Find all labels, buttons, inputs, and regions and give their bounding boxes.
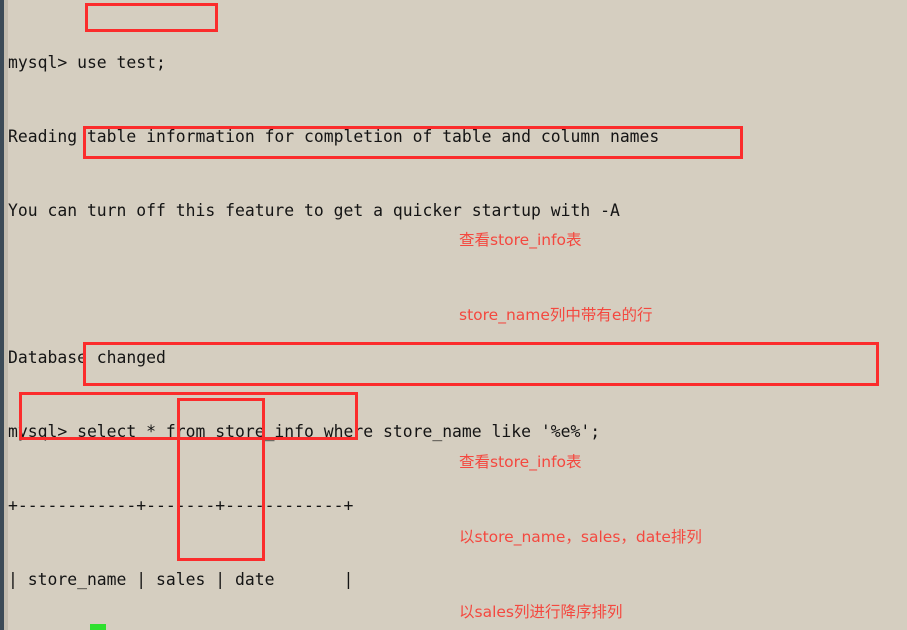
annotation-2-line-3: 以sales列进行降序排列 bbox=[459, 603, 623, 621]
annotation-2-line-1: 查看store_info表 bbox=[459, 453, 582, 471]
console-line-reading-table: Reading table information for completion… bbox=[8, 126, 660, 146]
annotation-1-line-1: 查看store_info表 bbox=[459, 231, 582, 249]
annotation-2-line-2: 以store_name，sales，date排列 bbox=[459, 528, 702, 546]
console-line-use-test: mysql> use test; bbox=[8, 53, 166, 73]
terminal-cursor bbox=[90, 624, 106, 630]
annotation-group-2: 查看store_info表 以store_name，sales，date排列 以… bbox=[459, 400, 702, 630]
mysql-terminal-window[interactable]: mysql> use test; Reading table informati… bbox=[0, 0, 907, 630]
annotation-1-line-2: store_name列中带有e的行 bbox=[459, 306, 653, 324]
annotation-group-1: 查看store_info表 store_name列中带有e的行 bbox=[459, 178, 652, 378]
